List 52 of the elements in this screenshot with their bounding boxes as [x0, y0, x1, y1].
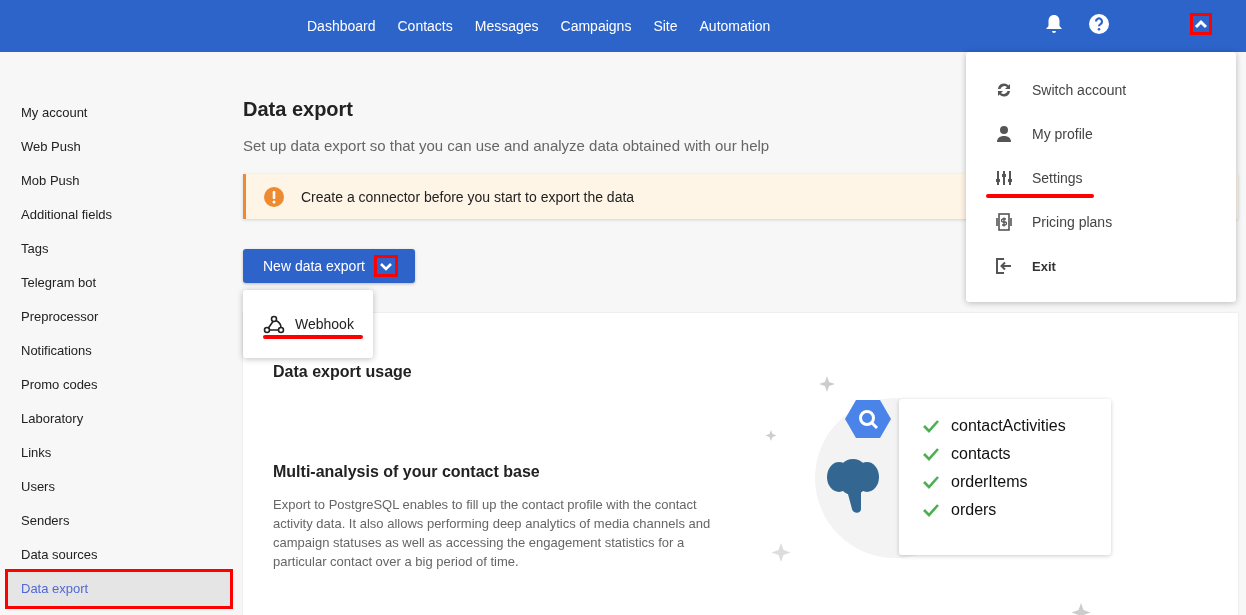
- sliders-icon: [994, 168, 1014, 188]
- sidebar-item[interactable]: Data sources: [8, 538, 230, 572]
- account-menu-item[interactable]: My profile: [966, 112, 1236, 156]
- sidebar-item[interactable]: Additional fields: [8, 198, 230, 232]
- exit-icon: [994, 256, 1014, 276]
- sidebar-item[interactable]: Tags: [8, 232, 230, 266]
- chevron-icon: [1194, 19, 1208, 29]
- sidebar-item[interactable]: Links: [8, 436, 230, 470]
- page-subtitle: Set up data export so that you can use and analyze data obtained with our help: [243, 137, 771, 154]
- nav-link[interactable]: Campaigns: [560, 18, 632, 34]
- table-name: contacts: [951, 445, 1011, 463]
- notifications-icon[interactable]: [1044, 13, 1064, 35]
- sparkle-icon: [819, 376, 835, 392]
- nav-link[interactable]: Contacts: [397, 18, 453, 34]
- sparkle-icon: [765, 430, 777, 441]
- account-menu-item[interactable]: Pricing plans: [966, 200, 1236, 244]
- person-icon: [994, 124, 1014, 144]
- sidebar-item[interactable]: My account: [8, 96, 230, 130]
- account-menu-item[interactable]: Settings: [966, 156, 1236, 200]
- sidebar-item[interactable]: Promo codes: [8, 368, 230, 402]
- page-title: Data export: [243, 98, 355, 121]
- webhook-menu-item[interactable]: Webhook: [263, 314, 354, 334]
- webhook-icon: [263, 314, 285, 334]
- sidebar-item[interactable]: Web Push: [8, 130, 230, 164]
- sparkle-icon: [1071, 603, 1091, 615]
- sidebar-item[interactable]: Data export: [8, 572, 230, 606]
- table-name: orders: [951, 501, 997, 519]
- card-title: Data export usage: [273, 363, 413, 381]
- sidebar-item[interactable]: Preprocessor: [8, 300, 230, 334]
- table-name: orderItems: [951, 473, 1028, 491]
- sidebar-item[interactable]: Mob Push: [8, 164, 230, 198]
- sidebar-item[interactable]: Notifications: [8, 334, 230, 368]
- sidebar-item[interactable]: Users: [8, 470, 230, 504]
- card-description: Export to PostgreSQL enables to fill up the contact profile with the contact activity data. It also allows performing deep analytics of media channels and campaign statuses as well as accessing the engagement statistics for a particular contact over a big period of time.: [273, 496, 712, 571]
- account-menu-toggle[interactable]: [1190, 13, 1212, 35]
- account-menu-item[interactable]: Exit: [966, 244, 1236, 288]
- warning-icon: [264, 186, 284, 207]
- nav-link[interactable]: Dashboard: [307, 18, 376, 34]
- nav-link[interactable]: Automation: [699, 18, 771, 34]
- nav-link[interactable]: Messages: [474, 18, 539, 34]
- account-menu-item[interactable]: Switch account: [966, 68, 1236, 112]
- money-icon: [994, 212, 1014, 232]
- nav-link[interactable]: Site: [653, 18, 678, 34]
- help-icon[interactable]: [1089, 14, 1109, 34]
- sidebar-item[interactable]: Senders: [8, 504, 230, 538]
- sparkle-icon: [771, 543, 791, 562]
- alert-text: Create a connector before you start to export the data: [301, 188, 635, 205]
- table-name: contactActivities: [951, 417, 1066, 435]
- elephant-icon: [827, 459, 879, 513]
- new-data-export-button[interactable]: New data export: [243, 249, 415, 283]
- sidebar-item[interactable]: Telegram bot: [8, 266, 230, 300]
- sidebar-item[interactable]: Laboratory: [8, 402, 230, 436]
